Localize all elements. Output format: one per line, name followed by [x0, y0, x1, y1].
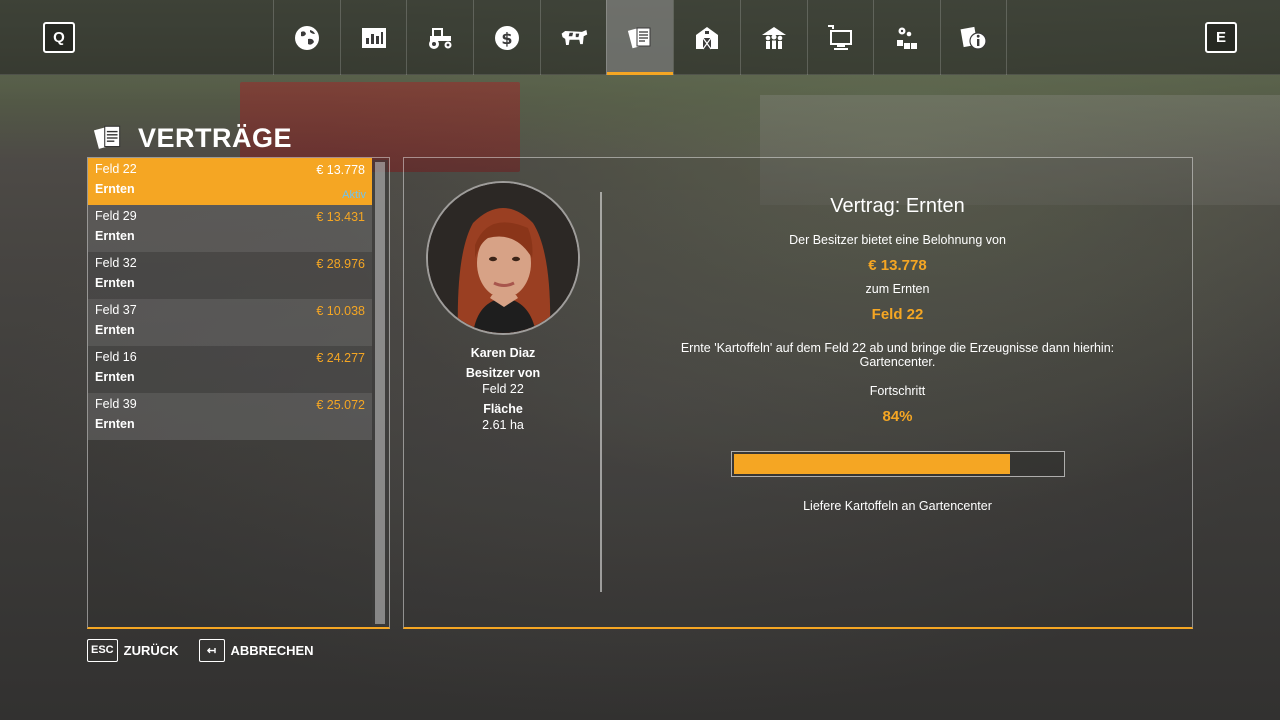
tab-buildings[interactable]: [673, 0, 740, 75]
tractor-icon: [429, 27, 452, 49]
footer-actions: ESC ZURÜCK ↤ ABBRECHEN: [87, 638, 314, 662]
contracts-icon: [628, 26, 651, 48]
contract-type: Ernten: [95, 323, 135, 337]
globe-icon: [294, 25, 319, 50]
contract-status: Aktiv: [342, 189, 366, 201]
contract-reward: € 13.778: [316, 163, 365, 177]
contract-list-item[interactable]: Feld 29 € 13.431 Ernten: [88, 205, 372, 252]
esc-key: ESC: [87, 638, 118, 662]
contract-title: Vertrag: Ernten: [830, 195, 965, 217]
target-field: Feld 22: [871, 306, 924, 323]
tab-production[interactable]: [873, 0, 940, 75]
owner-of-label: Besitzer von: [465, 366, 541, 380]
contract-reward: € 25.072: [316, 398, 365, 412]
tab-vehicles[interactable]: [406, 0, 473, 75]
delivery-instruction: Liefere Kartoffeln an Gartencenter: [803, 499, 992, 513]
monitor-icon: [828, 24, 853, 50]
contract-type: Ernten: [95, 370, 135, 384]
contracts-icon: [93, 125, 121, 149]
prev-page-key[interactable]: Q: [43, 22, 75, 53]
contract-list-item[interactable]: Feld 22 € 13.778 Ernten Aktiv: [88, 158, 372, 205]
contract-reward: € 13.431: [316, 210, 365, 224]
tab-contracts[interactable]: [606, 0, 674, 75]
tab-finances[interactable]: $: [473, 0, 540, 75]
cancel-button[interactable]: ↤ ABBRECHEN: [198, 638, 314, 662]
contract-info: Vertrag: Ernten Der Besitzer bietet eine…: [620, 195, 1175, 425]
contract-type: Ernten: [95, 417, 135, 431]
barn-icon: [695, 26, 718, 49]
contract-type: Ernten: [95, 182, 135, 196]
production-icon: [897, 27, 918, 49]
contract-list: Feld 22 € 13.778 Ernten Aktiv Feld 29 € …: [88, 158, 372, 440]
contract-list-item[interactable]: Feld 39 € 25.072 Ernten: [88, 393, 372, 440]
contract-reward: € 10.038: [316, 304, 365, 318]
tab-help[interactable]: [939, 0, 1007, 75]
progress-bar-fill: [734, 454, 1010, 474]
contract-type: Ernten: [95, 229, 135, 243]
offer-text: Der Besitzer bietet eine Belohnung von: [789, 233, 1006, 247]
area-value: 2.61 ha: [482, 418, 524, 432]
tab-garage[interactable]: [806, 0, 874, 75]
tab-map[interactable]: [273, 0, 340, 75]
detail-divider: [600, 192, 602, 592]
contract-type: Ernten: [95, 276, 135, 290]
cancel-label: ABBRECHEN: [230, 642, 314, 658]
svg-text:$: $: [501, 29, 512, 48]
backspace-key: ↤: [198, 638, 225, 662]
contract-list-item[interactable]: Feld 16 € 24.277 Ernten: [88, 346, 372, 393]
contract-list-item[interactable]: Feld 37 € 10.038 Ernten: [88, 299, 372, 346]
progress-bar: [731, 451, 1065, 477]
cow-icon: [561, 29, 587, 45]
for-text: zum Ernten: [865, 282, 930, 296]
progress-label: Fortschritt: [869, 384, 926, 398]
page-title: VERTRÄGE: [138, 122, 293, 153]
owner-portrait-image: [428, 183, 578, 333]
contract-list-item[interactable]: Feld 32 € 28.976 Ernten: [88, 252, 372, 299]
tab-statistics[interactable]: [339, 0, 407, 75]
page-header: VERTRÄGE: [92, 118, 292, 158]
reward-amount: € 13.778: [868, 257, 927, 274]
owner-name: Karen Diaz: [470, 346, 536, 360]
tab-farmers[interactable]: [739, 0, 807, 75]
progress-percent: 84%: [882, 408, 913, 425]
menu-tabs: $: [273, 0, 1007, 75]
top-menu-bar: Q $ E: [0, 0, 1280, 75]
contract-description: Ernte 'Kartoffeln' auf dem Feld 22 ab un…: [680, 341, 1115, 369]
back-label: ZURÜCK: [123, 642, 179, 658]
owner-of-value: Feld 22: [482, 382, 524, 396]
contract-reward: € 28.976: [316, 257, 365, 271]
tab-animals[interactable]: [539, 0, 607, 75]
contract-reward: € 24.277: [316, 351, 365, 365]
owner-avatar: [426, 181, 580, 335]
contract-list-scrollbar[interactable]: [372, 160, 388, 626]
next-page-key[interactable]: E: [1205, 22, 1237, 53]
statistics-icon: [361, 27, 386, 48]
area-label: Fläche: [483, 402, 523, 416]
contract-list-panel: Feld 22 € 13.778 Ernten Aktiv Feld 29 € …: [87, 157, 390, 629]
scrollbar-thumb[interactable]: [375, 162, 385, 624]
owner-info: Karen Diaz Besitzer von Feld 22 Fläche 2…: [420, 346, 586, 432]
farmers-icon: [761, 26, 786, 49]
money-icon: $: [494, 25, 519, 50]
back-button[interactable]: ESC ZURÜCK: [87, 638, 179, 662]
help-icon: [960, 26, 987, 50]
